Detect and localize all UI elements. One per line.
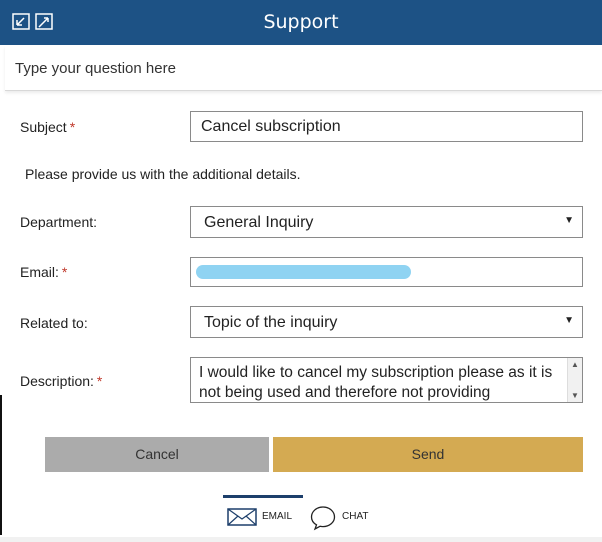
dropdown-arrow-icon: ▼ (564, 315, 574, 326)
question-input[interactable] (15, 46, 585, 90)
description-label: Description: * (20, 373, 102, 389)
description-textarea[interactable]: I would like to cancel my subscription p… (190, 357, 583, 403)
envelope-icon (227, 508, 257, 531)
email-label-text: Email: (20, 264, 59, 280)
department-label: Department: (20, 214, 98, 230)
question-bar (5, 46, 602, 91)
bottom-strip (0, 537, 602, 542)
redacted-email (196, 265, 411, 279)
email-label: Email: * (20, 264, 67, 280)
support-header: Support (0, 0, 602, 45)
required-marker: * (61, 264, 68, 280)
scroll-up-icon[interactable]: ▲ (571, 360, 579, 369)
description-value: I would like to cancel my subscription p… (199, 364, 553, 401)
tab-email-label: EMAIL (262, 511, 293, 522)
related-value: Topic of the inquiry (204, 314, 338, 331)
related-select[interactable]: Topic of the inquiry ▼ (190, 306, 583, 338)
subject-field[interactable]: Cancel subscription (190, 111, 583, 142)
description-label-text: Description: (20, 373, 94, 389)
dropdown-arrow-icon: ▼ (564, 215, 574, 226)
header-title: Support (263, 11, 339, 33)
required-marker: * (96, 373, 103, 389)
tab-email[interactable]: EMAIL (227, 505, 297, 531)
active-tab-indicator (223, 495, 303, 498)
info-text: Please provide us with the additional de… (25, 166, 301, 182)
department-select[interactable]: General Inquiry ▼ (190, 206, 583, 238)
subject-label: Subject * (20, 119, 75, 135)
related-label: Related to: (20, 315, 88, 331)
subject-label-text: Subject (20, 119, 67, 135)
subject-value: Cancel subscription (201, 118, 341, 135)
email-field[interactable] (190, 257, 583, 287)
department-value: General Inquiry (204, 214, 314, 231)
window-edge (0, 395, 2, 535)
scroll-down-icon[interactable]: ▼ (571, 391, 579, 400)
cancel-button[interactable]: Cancel (45, 437, 269, 472)
description-scrollbar[interactable]: ▲ ▼ (567, 358, 582, 402)
tab-chat-label: CHAT (342, 511, 369, 522)
chat-bubble-icon (310, 505, 336, 536)
required-marker: * (69, 119, 76, 135)
tab-chat[interactable]: CHAT (310, 505, 374, 531)
send-button[interactable]: Send (273, 437, 583, 472)
